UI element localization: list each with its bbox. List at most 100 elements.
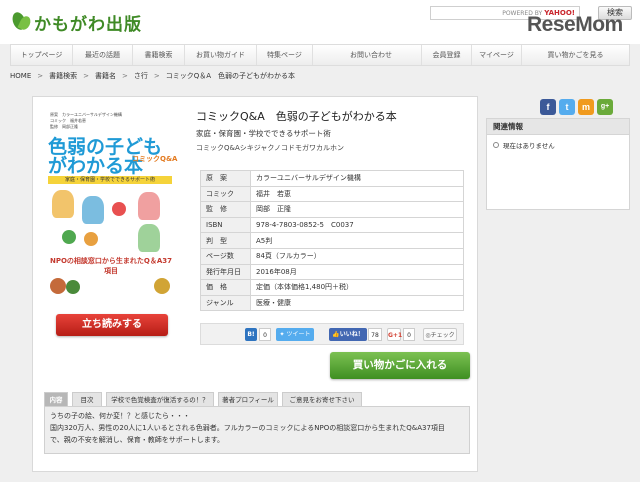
main-nav: トップページ 最近の話題 書籍検索 お買い物ガイド 特集ページ お問い合わせ 会… <box>10 44 630 66</box>
breadcrumb-sa-row[interactable]: さ行 <box>134 71 148 81</box>
book-title: コミックQ&A 色弱の子どもがわかる本 <box>196 110 397 123</box>
check-label: チェック <box>430 332 455 339</box>
tweet-button[interactable]: ✦ ツイート <box>276 328 314 341</box>
tab-panel-content: うちの子の絵、何か変！？と感じたら・・・ 国内320万人、男性の20人に1人いる… <box>44 406 470 454</box>
info-key: ジャンル <box>200 294 251 312</box>
breadcrumb-title[interactable]: 書籍名 <box>95 71 116 81</box>
info-value: 978-4-7803-0852-5 C0037 <box>250 216 464 234</box>
crayon-illustration <box>66 280 80 294</box>
content-text: で、親の不安を解消し、保育・教師をサポートします。 <box>50 436 225 444</box>
nav-register[interactable]: 会員登録 <box>421 45 471 65</box>
nav-cart[interactable]: 買い物かごを見る <box>521 45 629 65</box>
hatena-bookmark-icon[interactable]: B! <box>245 328 257 341</box>
info-value: カラーユニバーサルデザイン機構 <box>250 170 464 187</box>
book-subtitle: 家庭・保育園・学校でできるサポート術 <box>196 129 331 138</box>
like-label: いいね！ <box>339 331 364 338</box>
like-count: 78 <box>368 328 382 341</box>
google-plus-button[interactable]: G+1 <box>387 328 402 341</box>
book-cover: 原案 カラーユニバーサルデザイン機構 コミック 福井若恵 監修 岡部正隆 色弱の… <box>42 106 178 302</box>
leaf-icon <box>10 10 33 34</box>
nav-contact[interactable]: お問い合わせ <box>331 45 411 65</box>
info-key: 価 格 <box>200 279 251 296</box>
info-key: 判 型 <box>200 232 251 249</box>
google-plus-icon[interactable]: g+ <box>597 99 613 115</box>
tab-toc[interactable]: 目次 <box>72 392 102 406</box>
site-header: かもがわ出版 POWERED BY YAHOO! 検索 ReseMom <box>0 0 640 44</box>
crayon-illustration <box>50 278 66 294</box>
google-plus-count: 0 <box>403 328 415 341</box>
add-to-cart-button[interactable]: 買い物かごに入れる <box>330 352 470 379</box>
mixi-icon[interactable]: m <box>578 99 594 115</box>
bullet-icon <box>493 142 499 148</box>
nav-shopping-guide[interactable]: お買い物ガイド <box>185 45 257 65</box>
crayon-illustration <box>154 278 170 294</box>
cover-npo-text: NPOの相談窓口から生まれたQ＆A37項目 <box>49 257 173 275</box>
nav-top[interactable]: トップページ <box>11 45 73 65</box>
child-illustration <box>138 224 160 252</box>
table-row: ジャンル 医療・健康 <box>200 294 464 312</box>
social-icons: f t m g+ <box>540 99 613 115</box>
check-button[interactable]: ◎チェック <box>423 328 457 341</box>
child-illustration <box>138 192 160 220</box>
book-info-table: 原 案カラーユニバーサルデザイン機構 コミック 福井 若恵 監 修岡部 正隆 IS… <box>200 170 464 312</box>
child-illustration <box>52 190 74 218</box>
nav-book-search[interactable]: 書籍検索 <box>133 45 185 65</box>
tab-content[interactable]: 内容 <box>44 392 68 406</box>
tweet-label: ツイート <box>286 331 311 338</box>
preview-button[interactable]: 立ち読みする <box>56 314 168 336</box>
nav-features[interactable]: 特集ページ <box>257 45 313 65</box>
ball-illustration <box>84 232 98 246</box>
table-row: 価 格定価（本体価格1,480円＋税） <box>200 279 464 296</box>
breadcrumb-current: コミックQ＆A 色弱の子どもがわかる本 <box>165 72 296 80</box>
chevron-right-icon: > <box>122 72 128 80</box>
nav-mypage[interactable]: マイページ <box>471 45 521 65</box>
info-key: 監 修 <box>200 201 251 218</box>
ball-illustration <box>112 202 126 216</box>
related-item: 現在はありません <box>487 135 629 155</box>
tab-color-test[interactable]: 学校で色覚検査が復活するの！？ <box>106 392 214 406</box>
related-title: 関連情報 <box>487 119 629 135</box>
tab-author-profile[interactable]: 著者プロフィール <box>218 392 278 406</box>
info-value: 福井 若恵 <box>250 185 464 203</box>
chevron-right-icon: > <box>37 72 44 80</box>
related-item-text: 現在はありません <box>503 142 555 150</box>
breadcrumb-book-search[interactable]: 書籍検索 <box>49 71 77 81</box>
tab-feedback[interactable]: ご意見をお寄せ下さい <box>282 392 362 406</box>
info-value: 定価（本体価格1,480円＋税） <box>250 279 464 296</box>
child-illustration <box>82 196 104 224</box>
info-key: ページ数 <box>200 247 251 265</box>
twitter-icon: ✦ <box>279 331 285 338</box>
table-row: 発行年月日 2016年08月 <box>200 263 464 281</box>
related-info-box: 関連情報 現在はありません <box>486 118 630 210</box>
book-kana: コミックQ&Aシキジャクノコドモガワカルホン <box>196 144 344 152</box>
info-value: 医療・健康 <box>250 294 464 312</box>
table-row: コミック 福井 若恵 <box>200 185 464 203</box>
table-row: 監 修岡部 正隆 <box>200 201 464 218</box>
hatena-count: 0 <box>259 328 271 341</box>
table-row: 原 案カラーユニバーサルデザイン機構 <box>200 170 464 187</box>
info-key: コミック <box>200 185 251 203</box>
breadcrumb-home[interactable]: HOME <box>10 72 31 80</box>
info-value: A5判 <box>250 232 464 249</box>
content-text: うちの子の絵、何か変！？と感じたら・・・ <box>50 412 190 420</box>
cover-title-sub: コミックQ&A <box>132 155 178 163</box>
cover-credit: 監修 岡部正隆 <box>50 124 78 129</box>
table-row: 判 型 A5判 <box>200 232 464 249</box>
table-row: ISBN 978-4-7803-0852-5 C0037 <box>200 216 464 234</box>
facebook-icon[interactable]: f <box>540 99 556 115</box>
info-key: 原 案 <box>200 170 251 187</box>
breadcrumb: HOME > 書籍検索 > 書籍名 > さ行 > コミックQ＆A 色弱の子どもがわかる本 <box>10 70 295 82</box>
info-value: 岡部 正隆 <box>250 201 464 218</box>
logo-text: かもがわ出版 <box>34 14 142 35</box>
thumbs-up-icon: 👍 <box>332 331 340 338</box>
info-key: ISBN <box>200 216 251 234</box>
nav-topics[interactable]: 最近の話題 <box>73 45 133 65</box>
table-row: ページ数 84頁（フルカラー） <box>200 247 464 265</box>
share-bar: B! 0 ✦ ツイート 👍いいね！ 78 G+1 0 ◎チェック <box>200 323 464 345</box>
watermark-logo: ReseMom <box>527 13 623 36</box>
info-key: 発行年月日 <box>200 263 251 281</box>
twitter-icon[interactable]: t <box>559 99 575 115</box>
like-button[interactable]: 👍いいね！ <box>329 328 367 341</box>
cover-band: 家庭・保育園・学校でできるサポート術 <box>48 176 172 184</box>
site-logo[interactable]: かもがわ出版 <box>10 8 160 36</box>
